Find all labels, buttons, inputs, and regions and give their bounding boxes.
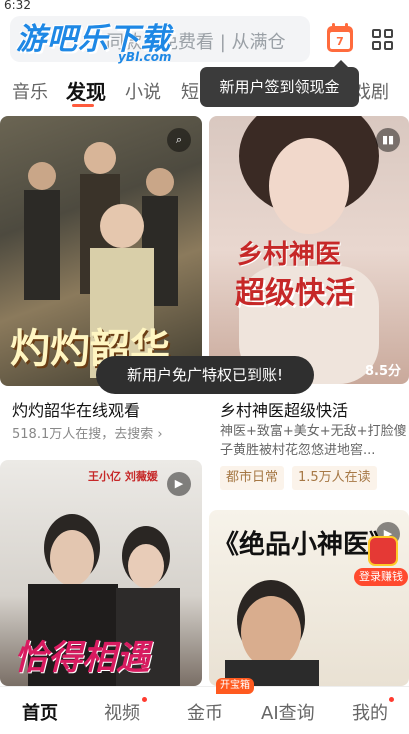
reward-label: 登录赚钱 xyxy=(354,568,408,586)
poster-line2: 超级快活 xyxy=(235,276,355,311)
notification-dot xyxy=(389,697,394,702)
rating-score: 8.5分 xyxy=(365,364,402,379)
checkin-tooltip[interactable]: 新用户签到领现金 xyxy=(200,60,359,107)
calendar-checkin-icon[interactable]: 7 xyxy=(327,23,353,52)
nav-video[interactable]: 视频 xyxy=(104,699,140,725)
card-title[interactable]: 乡村神医超级快活 xyxy=(220,397,348,421)
watermark-logo-sub: yBl.com xyxy=(118,50,172,64)
status-time: 6:32 xyxy=(4,0,31,12)
poster-title-text: 恰得相遇 xyxy=(14,638,150,678)
free-ads-toast: 新用户免广特权已到账! xyxy=(96,356,314,394)
poster-image[interactable]: 王小亿 刘薇媛 恰得相遇 ▶ xyxy=(0,460,202,686)
bottom-nav: 首页 视频 金币 开宝箱 AI查询 我的 xyxy=(0,678,409,734)
genre-tag[interactable]: 都市日常 xyxy=(220,466,285,490)
poster-line1: 乡村神医 xyxy=(237,240,342,270)
chevron-right-icon: › xyxy=(157,427,163,442)
card-description: 神医+致富+美女+无敌+打脸傻子黄胜被村花忽悠进地窖... xyxy=(220,424,407,458)
search-count-text: 518.1万人在搜，去搜索 xyxy=(12,427,154,442)
reward-badge[interactable]: 登录赚钱 xyxy=(354,536,408,588)
search-icon[interactable]: ⌕ xyxy=(167,128,191,152)
treasure-box-badge: 开宝箱 xyxy=(216,678,254,694)
tab-novel[interactable]: 小说 xyxy=(125,78,161,104)
play-icon[interactable]: ▶ xyxy=(167,472,191,496)
poster-image[interactable]: 灼灼韶华 ⌕ xyxy=(0,116,202,386)
red-envelope-icon xyxy=(368,536,398,566)
nav-coins[interactable]: 金币 xyxy=(187,699,223,725)
calendar-day: 7 xyxy=(336,35,344,48)
notification-dot xyxy=(142,697,147,702)
card-subtitle[interactable]: 518.1万人在搜，去搜索 › xyxy=(12,423,163,442)
nav-ai-query[interactable]: AI查询 xyxy=(261,699,315,725)
book-icon[interactable]: ▮▮ xyxy=(376,128,400,152)
tab-short[interactable]: 短 xyxy=(181,78,199,104)
poster-cast-text: 王小亿 刘薇媛 xyxy=(88,470,158,483)
nav-home[interactable]: 首页 xyxy=(22,699,58,725)
tab-active-indicator xyxy=(72,104,94,107)
nav-profile[interactable]: 我的 xyxy=(352,699,388,725)
tab-music[interactable]: 音乐 xyxy=(12,78,48,104)
readers-tag: 1.5万人在读 xyxy=(292,466,377,490)
poster-image[interactable]: 乡村神医 超级快活 8.5分 ▮▮ xyxy=(209,116,409,384)
card-title[interactable]: 灼灼韶华在线观看 xyxy=(12,397,140,421)
grid-menu-icon[interactable] xyxy=(372,29,394,51)
tab-discover[interactable]: 发现 xyxy=(66,76,106,105)
